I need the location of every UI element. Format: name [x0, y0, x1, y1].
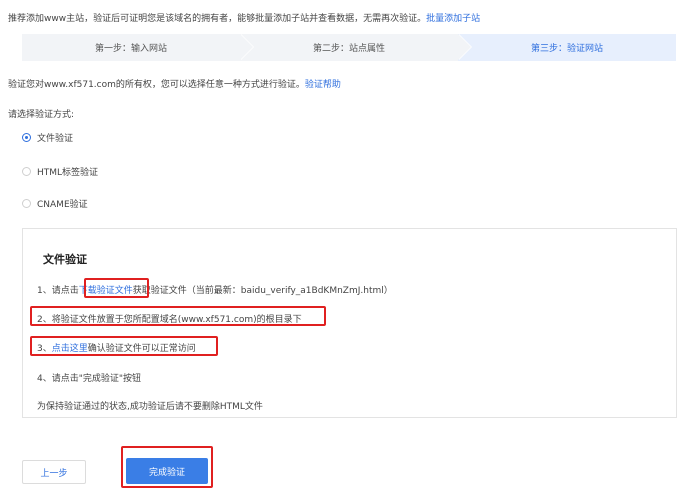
verify-description-text: 验证您对www.xf571.com的所有权，您可以选择任意一种方式进行验证。	[8, 80, 305, 90]
method-file-option[interactable]: 文件验证	[22, 131, 73, 144]
step-progress-bar: 第一步：输入网站 第二步：站点属性 第三步：验证网站	[22, 34, 676, 61]
method-cname-label: CNAME验证	[37, 200, 88, 210]
radio-unchecked-icon[interactable]	[22, 167, 31, 176]
method-cname-option[interactable]: CNAME验证	[22, 197, 88, 210]
method-html-tag-option[interactable]: HTML标签验证	[22, 165, 98, 178]
step-1-suffix: 获取验证文件（当前最新：baidu_verify_a1BdKMnZmJ.html…	[132, 286, 393, 296]
radio-checked-icon[interactable]	[22, 133, 31, 142]
radio-unchecked-icon[interactable]	[22, 199, 31, 208]
check-here-link[interactable]: 点击这里	[52, 344, 88, 354]
step-1-label: 第一步：输入网站	[94, 44, 167, 54]
verify-description: 验证您对www.xf571.com的所有权，您可以选择任意一种方式进行验证。验证…	[8, 77, 341, 90]
step-3-suffix: 确认验证文件可以正常访问	[87, 344, 196, 354]
panel-note: 为保持验证通过的状态,成功验证后请不要删除HTML文件	[37, 402, 263, 412]
step-3-prefix: 3、	[37, 344, 52, 354]
step-3-label: 第三步：验证网站	[530, 44, 603, 54]
choose-method-label: 请选择验证方式:	[8, 110, 75, 120]
download-verify-file-link[interactable]: 下载验证文件	[79, 286, 133, 296]
method-file-label: 文件验证	[37, 134, 74, 144]
step-1-prefix: 1、请点击	[37, 286, 79, 296]
panel-step-4: 4、请点击"完成验证"按钮	[37, 374, 142, 384]
complete-verification-button[interactable]: 完成验证	[126, 458, 208, 484]
panel-step-3: 3、点击这里确认验证文件可以正常访问	[37, 341, 196, 354]
previous-step-button[interactable]: 上一步	[22, 460, 86, 484]
verify-help-link[interactable]: 验证帮助	[305, 80, 341, 90]
intro-text: 推荐添加www主站，验证后可证明您是该域名的拥有者，能够批量添加子站并查看数据，…	[8, 11, 480, 24]
intro-description: 推荐添加www主站，验证后可证明您是该域名的拥有者，能够批量添加子站并查看数据，…	[8, 14, 427, 24]
step-2: 第二步：站点属性	[240, 34, 472, 61]
step-1: 第一步：输入网站	[22, 34, 254, 61]
method-html-tag-label: HTML标签验证	[37, 168, 99, 178]
file-verification-panel: 文件验证 1、请点击下载验证文件获取验证文件（当前最新：baidu_verify…	[22, 228, 677, 418]
batch-add-subsite-link[interactable]: 批量添加子站	[426, 14, 480, 24]
panel-title: 文件验证	[43, 253, 87, 266]
panel-step-2: 2、将验证文件放置于您所配置域名(www.xf571.com)的根目录下	[37, 315, 302, 325]
panel-step-1: 1、请点击下载验证文件获取验证文件（当前最新：baidu_verify_a1Bd…	[37, 283, 393, 296]
step-3-active: 第三步：验证网站	[458, 34, 676, 61]
step-2-label: 第二步：站点属性	[312, 44, 385, 54]
